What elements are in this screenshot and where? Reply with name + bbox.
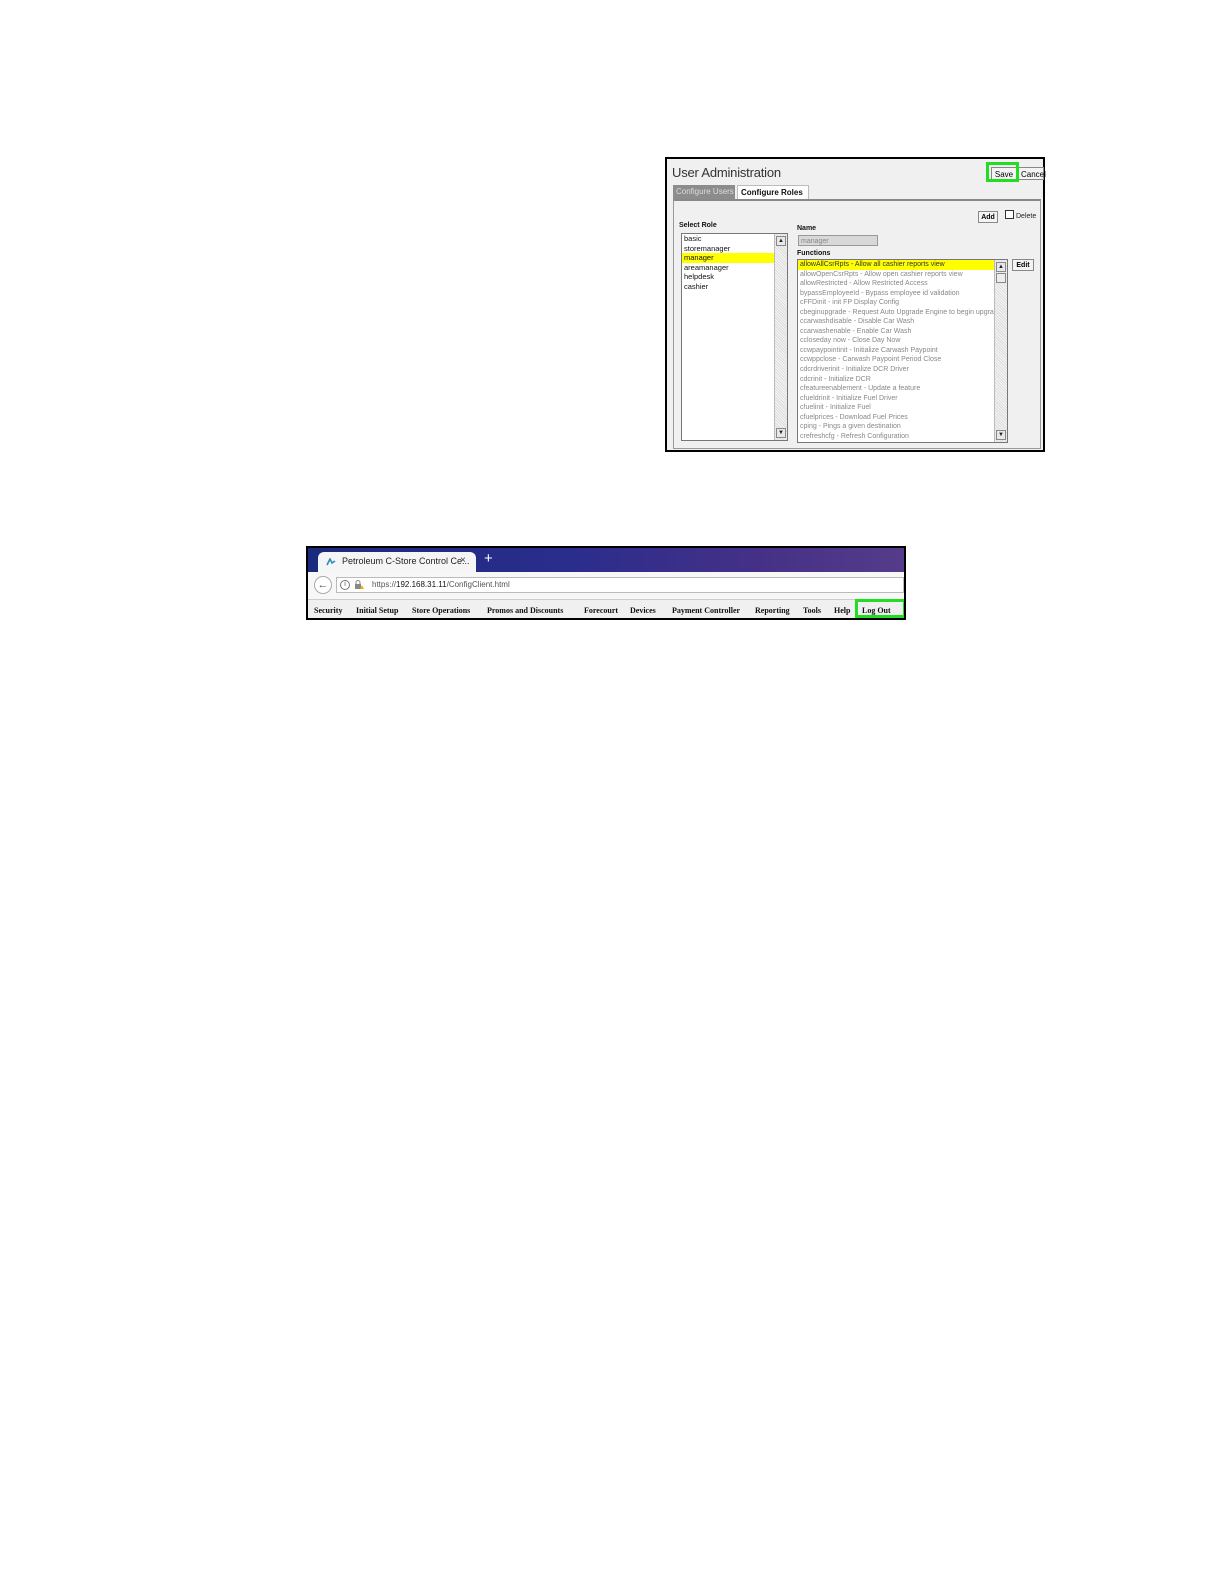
menu-store-operations[interactable]: Store Operations [412, 606, 470, 615]
cancel-button[interactable]: Cancel [1018, 167, 1046, 180]
function-item[interactable]: ccwppclose - Carwash Paypoint Period Clo… [798, 355, 994, 365]
menu-tools[interactable]: Tools [803, 606, 821, 615]
url-text: https://192.168.31.11/ConfigClient.html [372, 580, 510, 589]
function-item[interactable]: cping - Pings a given destination [798, 422, 994, 432]
functions-list[interactable]: allowAllCsrRpts - Allow all cashier repo… [797, 259, 1008, 443]
role-item-basic[interactable]: basic [682, 234, 774, 244]
insecure-lock-icon[interactable] [354, 580, 364, 590]
menu-promos-and-discounts[interactable]: Promos and Discounts [487, 606, 563, 615]
new-tab-icon[interactable]: + [484, 551, 493, 567]
url-input[interactable]: i https://192.168.31.11/ConfigClient.htm… [336, 577, 904, 593]
functions-scrollbar[interactable]: ▲ ▼ [994, 260, 1007, 442]
role-list-scrollbar[interactable]: ▲ ▼ [774, 234, 787, 440]
browser-tab-bar: Petroleum C-Store Control Ce... × + [308, 548, 904, 572]
configure-roles-panel: Add Delete Select Role basic storemanage… [673, 199, 1041, 449]
function-item[interactable]: allowRestricted - Allow Restricted Acces… [798, 279, 994, 289]
menu-forecourt[interactable]: Forecourt [584, 606, 618, 615]
url-scheme: https:// [372, 580, 397, 589]
menu-security[interactable]: Security [314, 606, 342, 615]
scroll-thumb[interactable] [996, 273, 1006, 283]
scroll-down-icon[interactable]: ▼ [776, 428, 786, 438]
tab-configure-roles[interactable]: Configure Roles [737, 185, 809, 199]
edit-button[interactable]: Edit [1012, 259, 1034, 271]
functions-label: Functions [797, 250, 831, 257]
add-button[interactable]: Add [978, 211, 998, 223]
function-item[interactable]: ccwpaypointinit - Initialize Carwash Pay… [798, 346, 994, 356]
function-item[interactable]: ccarwashenable - Enable Car Wash [798, 327, 994, 337]
function-item[interactable]: cbeginupgrade - Request Auto Upgrade Eng… [798, 308, 994, 318]
role-item-cashier[interactable]: cashier [682, 282, 774, 292]
menu-reporting[interactable]: Reporting [755, 606, 790, 615]
name-label: Name [797, 225, 817, 232]
log-out-highlight-box [855, 599, 904, 618]
browser-window: Petroleum C-Store Control Ce... × + ← i … [306, 546, 906, 620]
delete-checkbox[interactable] [1005, 210, 1014, 219]
role-item-manager[interactable]: manager [682, 253, 774, 263]
back-arrow-icon[interactable]: ← [314, 576, 332, 594]
save-highlight-box [986, 162, 1019, 182]
function-item[interactable]: bypassEmployeeId - Bypass employee id va… [798, 289, 994, 299]
role-item-storemanager[interactable]: storemanager [682, 244, 774, 254]
browser-tab-title: Petroleum C-Store Control Ce... [342, 556, 470, 566]
function-item[interactable]: allowOpenCsrRpts - Allow open cashier re… [798, 270, 994, 280]
role-item-areamanager[interactable]: areamanager [682, 263, 774, 273]
function-item[interactable]: ccloseday now - Close Day Now [798, 336, 994, 346]
menu-devices[interactable]: Devices [630, 606, 656, 615]
close-tab-icon[interactable]: × [460, 555, 466, 566]
function-item[interactable]: allowAllCsrRpts - Allow all cashier repo… [798, 260, 994, 270]
menu-help[interactable]: Help [834, 606, 850, 615]
scroll-up-icon[interactable]: ▲ [996, 262, 1006, 272]
browser-tab[interactable]: Petroleum C-Store Control Ce... × [318, 552, 476, 572]
function-item[interactable]: cfeatureenablement - Update a feature [798, 384, 994, 394]
function-item[interactable]: cfueldrinit - Initialize Fuel Driver [798, 394, 994, 404]
address-bar-row: ← i https://192.168.31.11/ConfigClient.h… [308, 572, 904, 600]
function-item[interactable]: cdcrdriverinit - Initialize DCR Driver [798, 365, 994, 375]
menu-payment-controller[interactable]: Payment Controller [672, 606, 740, 615]
function-item[interactable]: cfuelinit - Initialize Fuel [798, 403, 994, 413]
scroll-down-icon[interactable]: ▼ [996, 430, 1006, 440]
url-host: 192.168.31.11 [396, 580, 447, 589]
delete-label: Delete [1016, 213, 1037, 220]
site-favicon-icon [326, 558, 336, 566]
url-path: /ConfigClient.html [446, 580, 510, 589]
main-menu-bar: Security Initial Setup Store Operations … [308, 600, 904, 618]
tab-configure-users[interactable]: Configure Users [673, 185, 735, 199]
select-role-label: Select Role [679, 222, 717, 229]
role-list[interactable]: basic storemanager manager areamanager h… [681, 233, 788, 441]
role-item-helpdesk[interactable]: helpdesk [682, 272, 774, 282]
window-title: User Administration [672, 165, 781, 180]
function-item[interactable]: crefreshcfg - Refresh Configuration [798, 432, 994, 442]
menu-initial-setup[interactable]: Initial Setup [356, 606, 398, 615]
function-item[interactable]: ccarwashdisable - Disable Car Wash [798, 317, 994, 327]
function-item[interactable]: cFFDinit - init FP Display Config [798, 298, 994, 308]
role-name-field: manager [798, 235, 878, 246]
function-item[interactable]: cfuelprices - Download Fuel Prices [798, 413, 994, 423]
scroll-up-icon[interactable]: ▲ [776, 236, 786, 246]
info-icon[interactable]: i [340, 580, 350, 590]
function-item[interactable]: cdcrinit - Initialize DCR [798, 375, 994, 385]
user-administration-window: User Administration Save Cancel Configur… [665, 157, 1046, 452]
